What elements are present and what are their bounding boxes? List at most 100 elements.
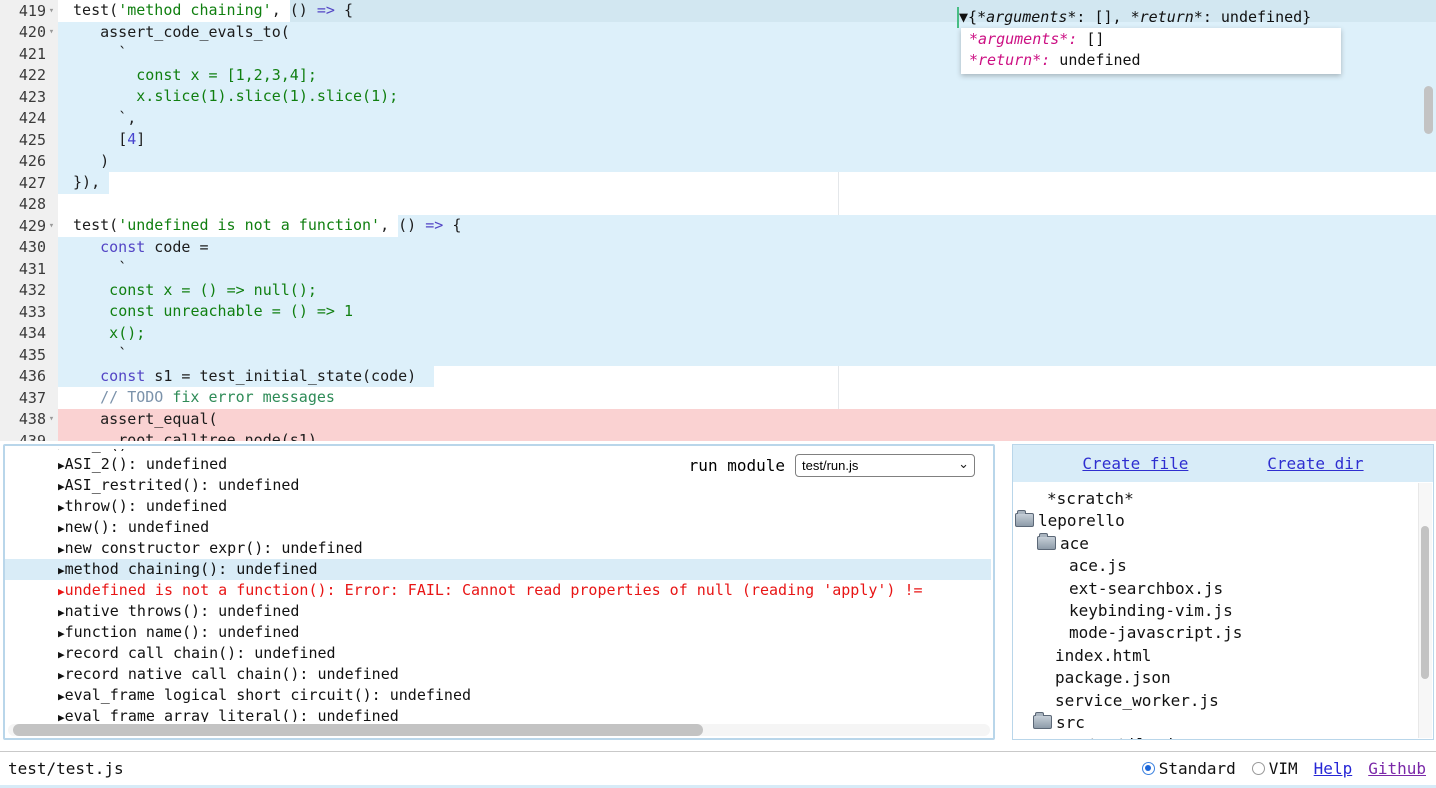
gutter-line-number[interactable]: 427 xyxy=(0,172,58,194)
test-result-item[interactable]: ▶record call chain(): undefined xyxy=(5,643,991,664)
gutter-line-number[interactable]: 435 xyxy=(0,344,58,366)
github-link[interactable]: Github xyxy=(1368,759,1426,778)
calltree-node-header[interactable]: ▼{*arguments*: [], *return*: undefined} xyxy=(957,7,959,28)
expand-triangle-icon[interactable]: ▶ xyxy=(58,564,65,577)
test-result-item[interactable]: ▶throw(): undefined xyxy=(5,496,991,517)
gutter-line-number[interactable]: 438▾ xyxy=(0,409,58,431)
test-result-item[interactable]: ▶record native call chain(): undefined xyxy=(5,664,991,685)
gutter-line-number[interactable]: 426 xyxy=(0,151,58,173)
expand-triangle-icon[interactable]: ▶ xyxy=(58,669,65,682)
fold-arrow-icon[interactable]: ▾ xyxy=(46,6,57,16)
gutter-line-number[interactable]: 431 xyxy=(0,258,58,280)
eval-panel-hscrollbar-thumb[interactable] xyxy=(13,724,703,736)
calltree-entry[interactable]: *arguments*: [] xyxy=(961,29,1341,50)
file-tree-item[interactable]: ext-searchbox.js xyxy=(1013,578,1419,600)
test-result-item[interactable]: ▶eval_frame logical short circuit(): und… xyxy=(5,685,991,706)
radio-unselected-icon[interactable] xyxy=(1252,762,1265,775)
file-tree-item[interactable]: index.html xyxy=(1013,645,1419,667)
gutter-line-number[interactable]: 429▾ xyxy=(0,215,58,237)
folder-icon xyxy=(1037,536,1056,550)
expand-triangle-icon[interactable]: ▶ xyxy=(58,449,65,452)
test-result-item[interactable]: ▶ASI_restrited(): undefined xyxy=(5,475,991,496)
gutter-line-number[interactable]: 422 xyxy=(0,65,58,87)
create-dir-link[interactable]: Create dir xyxy=(1267,454,1363,473)
expand-triangle-icon[interactable]: ▶ xyxy=(58,480,65,493)
code-line-text: // TODO fix error messages xyxy=(64,387,1436,409)
expand-triangle-icon[interactable]: ▶ xyxy=(58,627,65,640)
arguments-key: *arguments* xyxy=(977,8,1076,26)
gutter-line-number[interactable]: 428 xyxy=(0,194,58,216)
expand-triangle-icon[interactable]: ▶ xyxy=(58,648,65,661)
file-tree-scrollbar-thumb[interactable] xyxy=(1421,526,1429,679)
chevron-down-icon: ⌄ xyxy=(958,456,969,472)
code-line-text: x.slice(1).slice(1).slice(1); xyxy=(64,86,1436,108)
code-line-text: ) xyxy=(64,151,1436,173)
expand-triangle-icon[interactable]: ▶ xyxy=(58,543,65,556)
file-tree-item[interactable]: keybinding-vim.js xyxy=(1013,600,1419,622)
editor-scrollbar-thumb[interactable] xyxy=(1424,86,1433,134)
test-result-item[interactable]: ▶new constructor expr(): undefined xyxy=(5,538,991,559)
gutter-line-number[interactable]: 430 xyxy=(0,237,58,259)
file-tree-item[interactable]: *scratch* xyxy=(1013,488,1419,510)
run-module-select[interactable]: test/run.js ⌄ xyxy=(795,454,975,477)
file-tree-item[interactable]: service_worker.js xyxy=(1013,690,1419,712)
create-file-link[interactable]: Create file xyxy=(1082,454,1188,473)
code-line-text: [4] xyxy=(64,129,1436,151)
folder-icon xyxy=(1033,715,1052,729)
file-tree-item[interactable]: leporello xyxy=(1013,510,1419,532)
expand-triangle-icon[interactable]: ▶ xyxy=(58,585,65,598)
gutter-line-number[interactable]: 425 xyxy=(0,129,58,151)
code-line: assert_equal( xyxy=(0,409,1436,431)
test-result-item[interactable]: ▶native throws(): undefined xyxy=(5,601,991,622)
file-tree-item[interactable]: src xyxy=(1013,712,1419,734)
keybinding-vim-option[interactable]: VIM xyxy=(1252,759,1298,778)
file-tree-item[interactable]: package.json xyxy=(1013,667,1419,689)
file-tree-item[interactable]: mode-javascript.js xyxy=(1013,622,1419,644)
keybinding-standard-option[interactable]: Standard xyxy=(1142,759,1236,778)
gutter-line-number[interactable]: 432 xyxy=(0,280,58,302)
file-tree-item[interactable]: ast_utils.js xyxy=(1013,734,1419,739)
fold-arrow-icon[interactable]: ▾ xyxy=(46,414,57,424)
file-tree-item[interactable]: ace xyxy=(1013,533,1419,555)
test-result-item[interactable]: ▶function name(): undefined xyxy=(5,622,991,643)
code-editor[interactable]: test('method chaining', () => {assert_co… xyxy=(0,0,1436,441)
test-result-item[interactable]: ▶undefined is not a function(): Error: F… xyxy=(5,580,991,601)
gutter-line-number[interactable]: 421 xyxy=(0,43,58,65)
expand-triangle-icon[interactable]: ▶ xyxy=(58,606,65,619)
code-line: root_calltree_node(s1), xyxy=(0,430,1436,441)
code-line-text: root_calltree_node(s1), xyxy=(64,430,1436,441)
code-line-text: }), xyxy=(64,172,1436,194)
gutter-line-number[interactable]: 433 xyxy=(0,301,58,323)
gutter-line-number[interactable]: 434 xyxy=(0,323,58,345)
test-result-item[interactable]: ▶eval_frame array_literal(): undefined xyxy=(5,706,991,722)
code-line: x(); xyxy=(0,323,1436,345)
eval-panel-hscrollbar[interactable] xyxy=(8,724,990,736)
expand-triangle-icon[interactable]: ▶ xyxy=(58,501,65,514)
gutter-line-number[interactable]: 419▾ xyxy=(0,0,58,22)
gutter-line-number[interactable]: 423 xyxy=(0,86,58,108)
gutter-line-number[interactable]: 437 xyxy=(0,387,58,409)
test-result-item[interactable]: ▶method chaining(): undefined xyxy=(5,559,991,580)
gutter-line-number[interactable]: 424 xyxy=(0,108,58,130)
code-line-text: assert_equal( xyxy=(64,409,1436,431)
code-line: }), xyxy=(0,172,1436,194)
code-line: const s1 = test_initial_state(code) xyxy=(0,366,1436,388)
code-line: x.slice(1).slice(1).slice(1); xyxy=(0,86,1436,108)
gutter-line-number[interactable]: 420▾ xyxy=(0,22,58,44)
help-link[interactable]: Help xyxy=(1314,759,1353,778)
gutter-line-number[interactable]: 439 xyxy=(0,430,58,441)
radio-selected-icon[interactable] xyxy=(1142,762,1155,775)
code-line: ` xyxy=(0,344,1436,366)
expand-triangle-icon[interactable]: ▶ xyxy=(58,522,65,535)
expand-triangle-icon[interactable]: ▶ xyxy=(58,690,65,703)
expand-triangle-icon[interactable]: ▶ xyxy=(58,711,65,722)
file-tree-scrollbar[interactable] xyxy=(1418,483,1432,738)
gutter-line-number[interactable]: 436 xyxy=(0,366,58,388)
file-tree-item[interactable]: ace.js xyxy=(1013,555,1419,577)
test-result-item[interactable]: ▶new(): undefined xyxy=(5,517,991,538)
fold-arrow-icon[interactable]: ▾ xyxy=(46,27,57,37)
fold-arrow-icon[interactable]: ▾ xyxy=(46,221,57,231)
collapse-triangle-icon[interactable]: ▼{ xyxy=(959,8,977,26)
calltree-entry[interactable]: *return*: undefined xyxy=(961,50,1341,71)
expand-triangle-icon[interactable]: ▶ xyxy=(58,459,65,472)
